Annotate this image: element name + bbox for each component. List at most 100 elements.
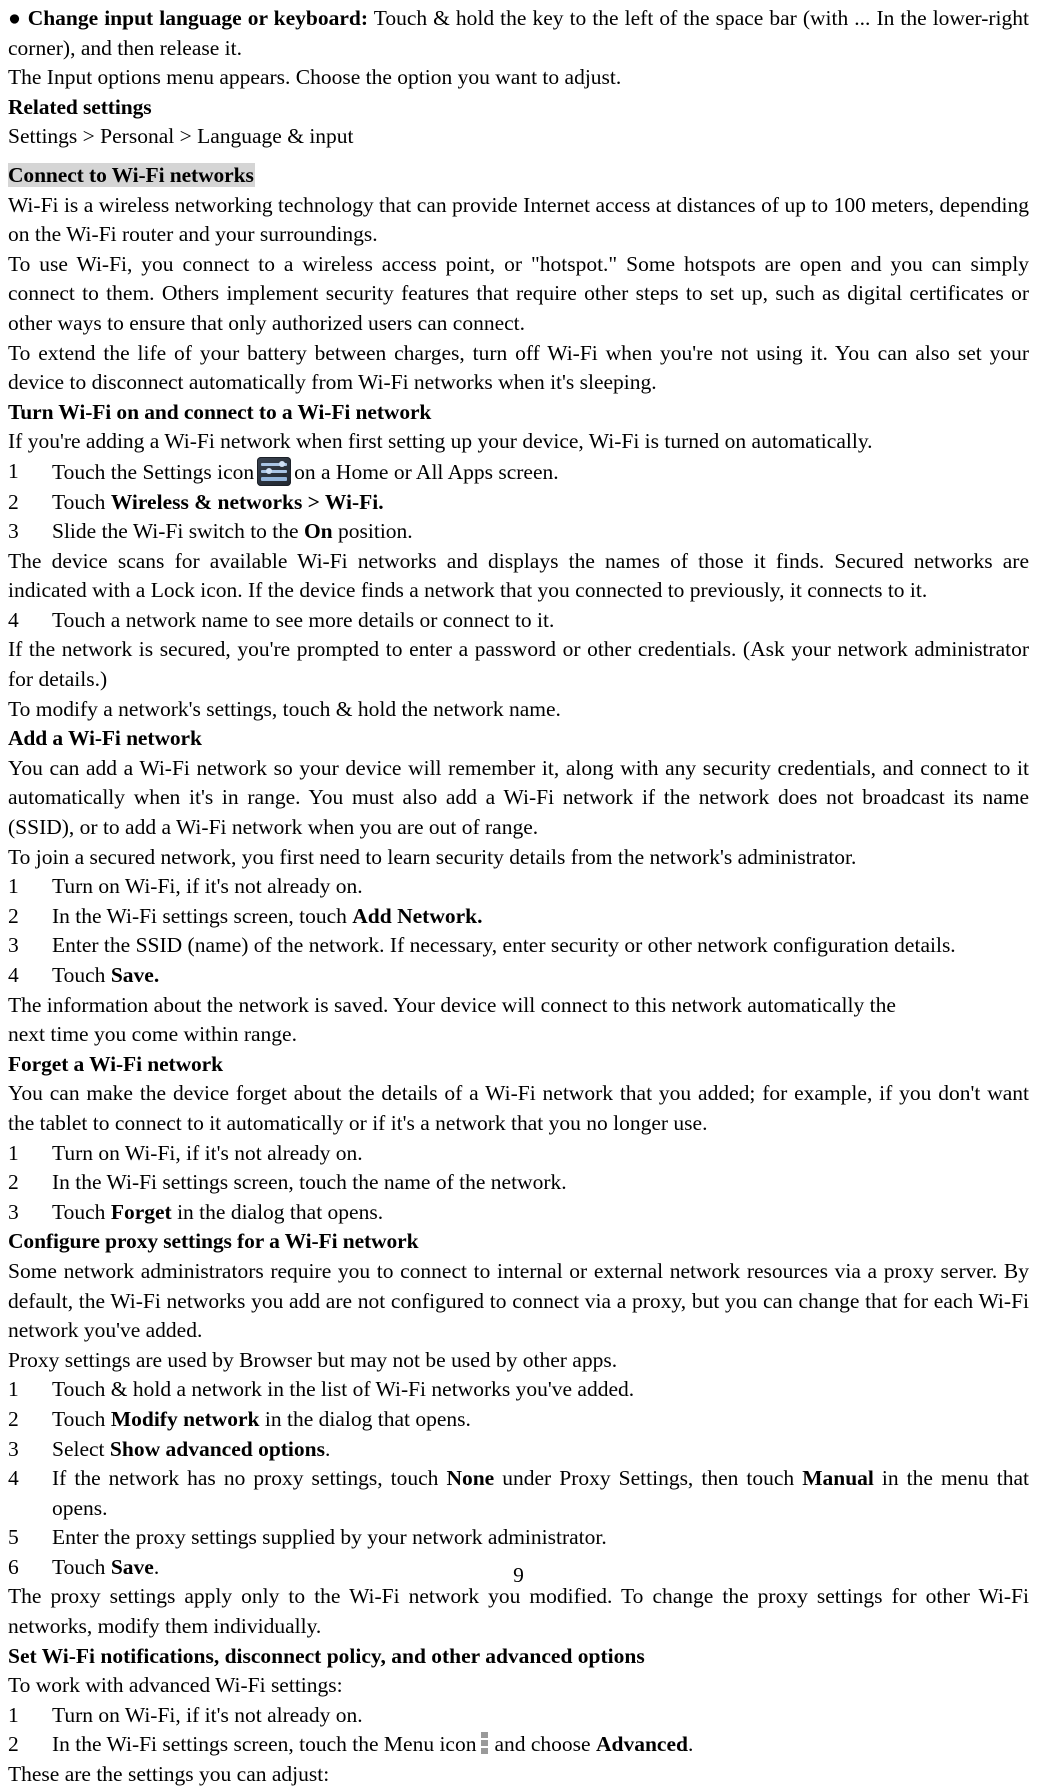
forget-step-3-text-b: in the dialog that opens. [171, 1199, 384, 1224]
proxy-step-3-bold: Show advanced options [109, 1436, 325, 1461]
input-options-menu-paragraph: The Input options menu appears. Choose t… [8, 65, 622, 90]
menu-icon[interactable] [481, 1731, 489, 1755]
step-number: 4 [8, 1466, 19, 1491]
proxy-step-4-text-a: If the network has no proxy settings, to… [52, 1466, 447, 1491]
turn-on-step-3-text-a: Slide the Wi-Fi switch to the [52, 519, 304, 544]
add-step-2-text-a: In the Wi-Fi settings screen, touch [52, 903, 353, 928]
proxy-step-4-bold-manual: Manual [802, 1466, 874, 1491]
wifi-scan-paragraph: The device scans for available Wi-Fi net… [8, 548, 1029, 603]
step-number: 3 [8, 933, 19, 958]
related-settings-heading: Related settings [8, 94, 152, 119]
proxy-step-2: 2 Touch Modify network in the dialog that… [8, 1405, 1029, 1435]
add-step-3-text: Enter the SSID (name) of the network. If… [52, 933, 956, 958]
step-number: 2 [8, 903, 19, 928]
add-step-2: 2 In the Wi-Fi settings screen, touch Add… [8, 902, 1029, 932]
advanced-step-2-text-b: and choose [494, 1732, 596, 1757]
forget-step-2-text: In the Wi-Fi settings screen, touch the … [52, 1170, 567, 1195]
step-number: 4 [8, 963, 19, 987]
add-step-1-text: Turn on Wi-Fi, if it's not already on. [52, 874, 363, 899]
proxy-settings-heading: Configure proxy settings for a Wi-Fi net… [8, 1229, 419, 1254]
proxy-step-4-bold-none: None [446, 1466, 495, 1491]
step-number: 5 [8, 1525, 19, 1550]
turn-on-step-3: 3 Slide the Wi-Fi switch to the On positi… [8, 517, 1029, 547]
wifi-secured-paragraph: If the network is secured, you're prompt… [8, 637, 1029, 692]
step-number: 2 [8, 1170, 19, 1195]
step-number: 2 [8, 489, 19, 514]
proxy-intro-2: Proxy settings are used by Browser but m… [8, 1347, 618, 1372]
turn-on-wifi-intro: If you're adding a Wi-Fi network when fi… [8, 429, 873, 454]
wifi-intro-paragraph-2: To use Wi-Fi, you connect to a wireless … [8, 251, 1029, 335]
proxy-step-2-text-b: in the dialog that opens. [259, 1406, 471, 1431]
proxy-step-1: 1 Touch & hold a network in the list of W… [8, 1375, 1029, 1405]
change-input-language-paragraph: ● Change input language or keyboard: Tou… [8, 4, 1029, 63]
wifi-intro-paragraph-3: To extend the life of your battery betwe… [8, 340, 1029, 395]
proxy-step-3-text-b: . [325, 1436, 331, 1461]
add-saved-line-2: next time you come within range. [8, 1022, 297, 1047]
proxy-step-5: 5 Enter the proxy settings supplied by yo… [8, 1523, 1029, 1553]
step-number: 3 [8, 1199, 19, 1224]
turn-on-step-4-text: Touch a network name to see more details… [52, 607, 555, 632]
forget-step-3: 3 Touch Forget in the dialog that opens. [8, 1198, 1029, 1228]
advanced-step-2-bold: Advanced [595, 1732, 688, 1757]
turn-on-step-2-bold: Wireless & networks > Wi-Fi. [110, 489, 384, 514]
add-wifi-heading: Add a Wi-Fi network [8, 726, 202, 751]
turn-on-step-1-text-a: Touch the Settings icon [52, 459, 255, 484]
proxy-step-1-text: Touch & hold a network in the list of Wi… [52, 1377, 635, 1402]
turn-on-step-1-text-b: on a Home or All Apps screen. [294, 459, 559, 484]
step-number: 2 [8, 1732, 19, 1757]
advanced-step-1: 1 Turn on Wi-Fi, if it's not already on. [8, 1701, 1029, 1731]
wifi-intro-paragraph-1: Wi-Fi is a wireless networking technolog… [8, 192, 1029, 247]
step-number: 1 [8, 1377, 19, 1402]
add-wifi-intro-1: You can add a Wi-Fi network so your devi… [8, 755, 1029, 840]
turn-on-wifi-heading: Turn Wi-Fi on and connect to a Wi-Fi net… [8, 399, 432, 424]
proxy-intro-1: Some network administrators require you … [8, 1258, 1029, 1343]
settings-icon[interactable] [257, 456, 292, 486]
add-step-4: 4 Touch Save. [8, 961, 1029, 991]
connect-wifi-heading: Connect to Wi-Fi networks [8, 162, 255, 187]
advanced-outro-paragraph: These are the settings you can adjust: [8, 1762, 330, 1787]
forget-step-3-bold: Forget [110, 1199, 172, 1224]
turn-on-step-4: 4 Touch a network name to see more detail… [8, 606, 1029, 636]
proxy-step-2-text-a: Touch [52, 1406, 111, 1431]
proxy-step-4-text-b: under Proxy Settings, then touch [494, 1466, 803, 1491]
proxy-step-4: 4 If the network has no proxy settings, t… [8, 1464, 1029, 1523]
turn-on-step-1: 1 Touch the Settings icon on a Home or All… [8, 456, 1029, 488]
advanced-step-1-text: Turn on Wi-Fi, if it's not already on. [52, 1702, 363, 1727]
forget-step-1-text: Turn on Wi-Fi, if it's not already on. [52, 1140, 363, 1165]
advanced-step-2-text-a: In the Wi-Fi settings screen, touch the … [52, 1732, 477, 1757]
forget-step-3-text-a: Touch [52, 1199, 111, 1224]
related-settings-path: Settings > Personal > Language & input [8, 124, 354, 149]
turn-on-step-3-bold: On [303, 519, 333, 544]
add-saved-line-1: The information about the network is sav… [8, 992, 896, 1017]
step-number: 2 [8, 1406, 19, 1431]
forget-wifi-heading: Forget a Wi-Fi network [8, 1051, 223, 1076]
document-page: ● Change input language or keyboard: Tou… [0, 0, 1037, 1786]
step-number: 1 [8, 1140, 19, 1165]
step-number: 1 [8, 874, 19, 899]
add-step-3: 3 Enter the SSID (name) of the network. I… [8, 931, 1029, 961]
forget-wifi-intro: You can make the device forget about the… [8, 1081, 1029, 1135]
proxy-outro-paragraph: The proxy settings apply only to the Wi-… [8, 1584, 1029, 1639]
wifi-modify-paragraph: To modify a network's settings, touch & … [8, 696, 561, 721]
step-number: 4 [8, 607, 19, 632]
step-number: 1 [8, 458, 19, 483]
proxy-step-3-text-a: Select [52, 1436, 110, 1461]
proxy-step-2-bold: Modify network [110, 1406, 260, 1431]
change-input-language-label: ● Change input language or keyboard: [8, 6, 369, 30]
connect-wifi-heading-line: Connect to Wi-Fi networks [8, 161, 1029, 191]
turn-on-step-3-text-b: position. [332, 519, 413, 544]
advanced-options-heading: Set Wi-Fi notifications, disconnect poli… [8, 1643, 645, 1668]
step-number: 3 [8, 1436, 19, 1461]
proxy-step-5-text: Enter the proxy settings supplied by you… [52, 1525, 607, 1550]
add-step-4-bold: Save. [110, 963, 160, 987]
turn-on-step-2-text-a: Touch [52, 489, 111, 514]
advanced-step-2: 2 In the Wi-Fi settings screen, touch the… [8, 1730, 1029, 1760]
advanced-options-intro: To work with advanced Wi-Fi settings: [8, 1673, 343, 1698]
advanced-step-2-text-c: . [687, 1732, 694, 1757]
page-number: 9 [513, 1563, 524, 1587]
step-number: 1 [8, 1702, 19, 1727]
add-step-1: 1 Turn on Wi-Fi, if it's not already on. [8, 872, 1029, 902]
forget-step-1: 1 Turn on Wi-Fi, if it's not already on. [8, 1139, 1029, 1169]
page-content: ● Change input language or keyboard: Tou… [8, 4, 1029, 1790]
